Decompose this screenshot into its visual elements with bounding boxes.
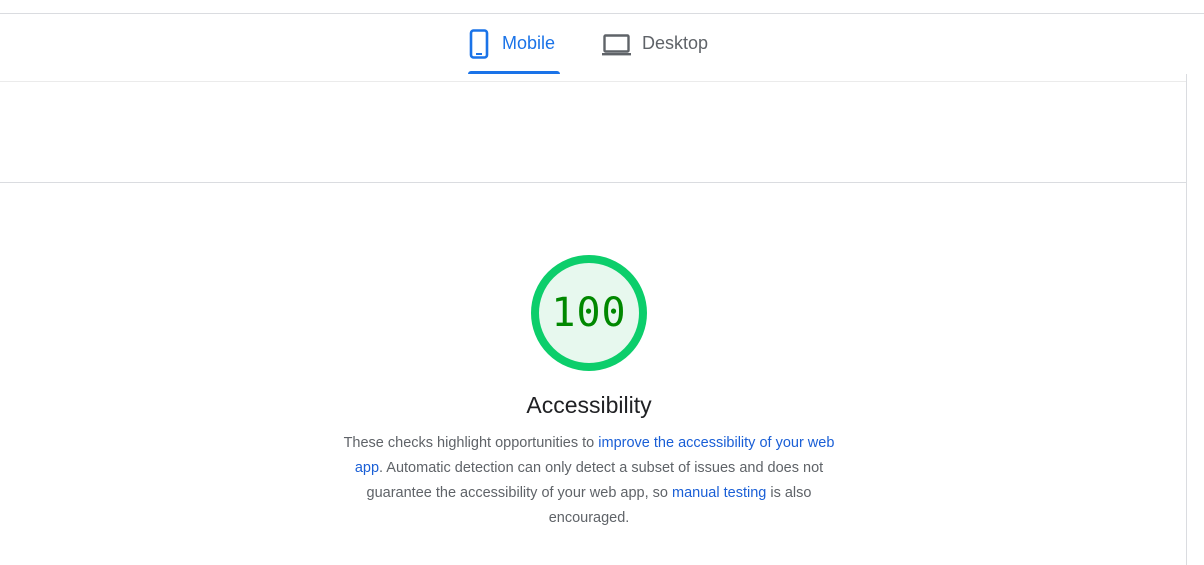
category-description: These checks highlight opportunities to …: [339, 431, 839, 531]
tab-mobile-label: Mobile: [502, 33, 556, 53]
smartphone-icon: [468, 29, 492, 64]
score-value: 100: [551, 290, 627, 336]
active-tab-indicator: [468, 71, 560, 74]
category-title: Accessibility: [526, 392, 652, 418]
laptop-icon: [601, 29, 632, 64]
top-divider: [0, 13, 1204, 14]
page: Mobile Desktop 100 Accessibility These c…: [0, 0, 1204, 565]
tabs-divider: [0, 81, 1186, 82]
tab-desktop[interactable]: Desktop: [601, 28, 717, 74]
description-text-1: These checks highlight opportunities to: [343, 435, 599, 451]
score-gauge: 100: [529, 253, 649, 373]
content-right-border: [1186, 74, 1187, 565]
manual-testing-link[interactable]: manual testing: [672, 485, 766, 501]
tab-desktop-label: Desktop: [642, 33, 709, 53]
tab-mobile[interactable]: Mobile: [468, 28, 560, 74]
section-divider: [0, 182, 1186, 183]
